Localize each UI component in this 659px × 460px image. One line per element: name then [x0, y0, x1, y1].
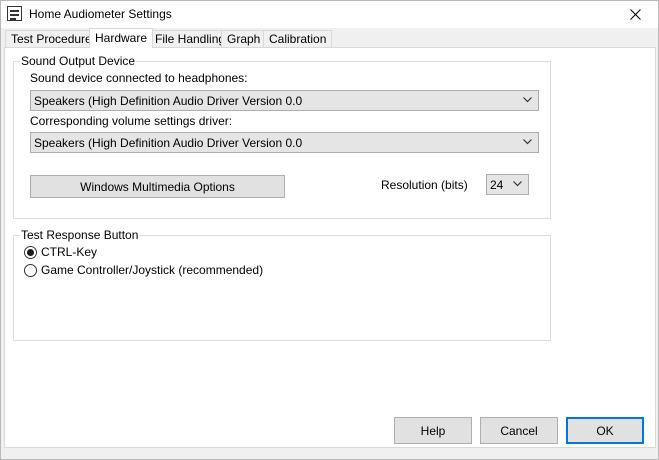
help-button[interactable]: Help	[394, 417, 472, 444]
radio-checked-icon	[24, 245, 37, 259]
test-response-group: Test Response Button CTRL-Key Game Contr…	[13, 228, 551, 341]
app-icon	[7, 6, 22, 21]
title-bar: Home Audiometer Settings	[1, 1, 658, 28]
tab-hardware[interactable]: Hardware	[89, 28, 154, 48]
headphones-device-value: Speakers (High Definition Audio Driver V…	[34, 94, 303, 108]
resolution-value: 24	[490, 178, 504, 192]
test-response-group-title: Test Response Button	[20, 228, 140, 242]
radio-game-controller-label: Game Controller/Joystick (recommended)	[41, 263, 264, 277]
tab-graph[interactable]: Graph	[221, 30, 267, 47]
radio-unchecked-icon	[24, 263, 37, 277]
sound-output-group: Sound Output Device Sound device connect…	[13, 54, 551, 219]
close-button[interactable]	[613, 1, 658, 28]
headphones-device-label: Sound device connected to headphones:	[30, 71, 248, 85]
chevron-down-icon	[523, 97, 532, 103]
hardware-panel: Sound Output Device Sound device connect…	[4, 47, 656, 448]
tab-file-handling[interactable]: File Handling	[149, 30, 232, 47]
radio-ctrl-key-label: CTRL-Key	[41, 245, 98, 259]
settings-dialog: Home Audiometer Settings Test Procedure …	[0, 0, 659, 460]
volume-driver-label: Corresponding volume settings driver:	[30, 114, 233, 128]
tab-test-procedure[interactable]: Test Procedure	[5, 30, 98, 47]
chevron-down-icon	[513, 181, 522, 187]
tab-calibration[interactable]: Calibration	[263, 30, 333, 47]
radio-ctrl-key[interactable]: CTRL-Key	[24, 245, 97, 259]
windows-multimedia-options-button[interactable]: Windows Multimedia Options	[30, 175, 285, 198]
sound-output-group-title: Sound Output Device	[20, 54, 137, 68]
volume-driver-value: Speakers (High Definition Audio Driver V…	[34, 136, 303, 150]
radio-game-controller[interactable]: Game Controller/Joystick (recommended)	[24, 263, 263, 277]
close-icon	[630, 9, 641, 20]
chevron-down-icon	[523, 139, 532, 145]
window-title: Home Audiometer Settings	[29, 7, 172, 21]
headphones-device-select[interactable]: Speakers (High Definition Audio Driver V…	[30, 90, 539, 111]
cancel-button[interactable]: Cancel	[480, 417, 558, 444]
resolution-select[interactable]: 24	[486, 174, 529, 195]
ok-button[interactable]: OK	[566, 417, 644, 444]
volume-driver-select[interactable]: Speakers (High Definition Audio Driver V…	[30, 132, 539, 153]
resolution-label: Resolution (bits)	[381, 178, 468, 192]
